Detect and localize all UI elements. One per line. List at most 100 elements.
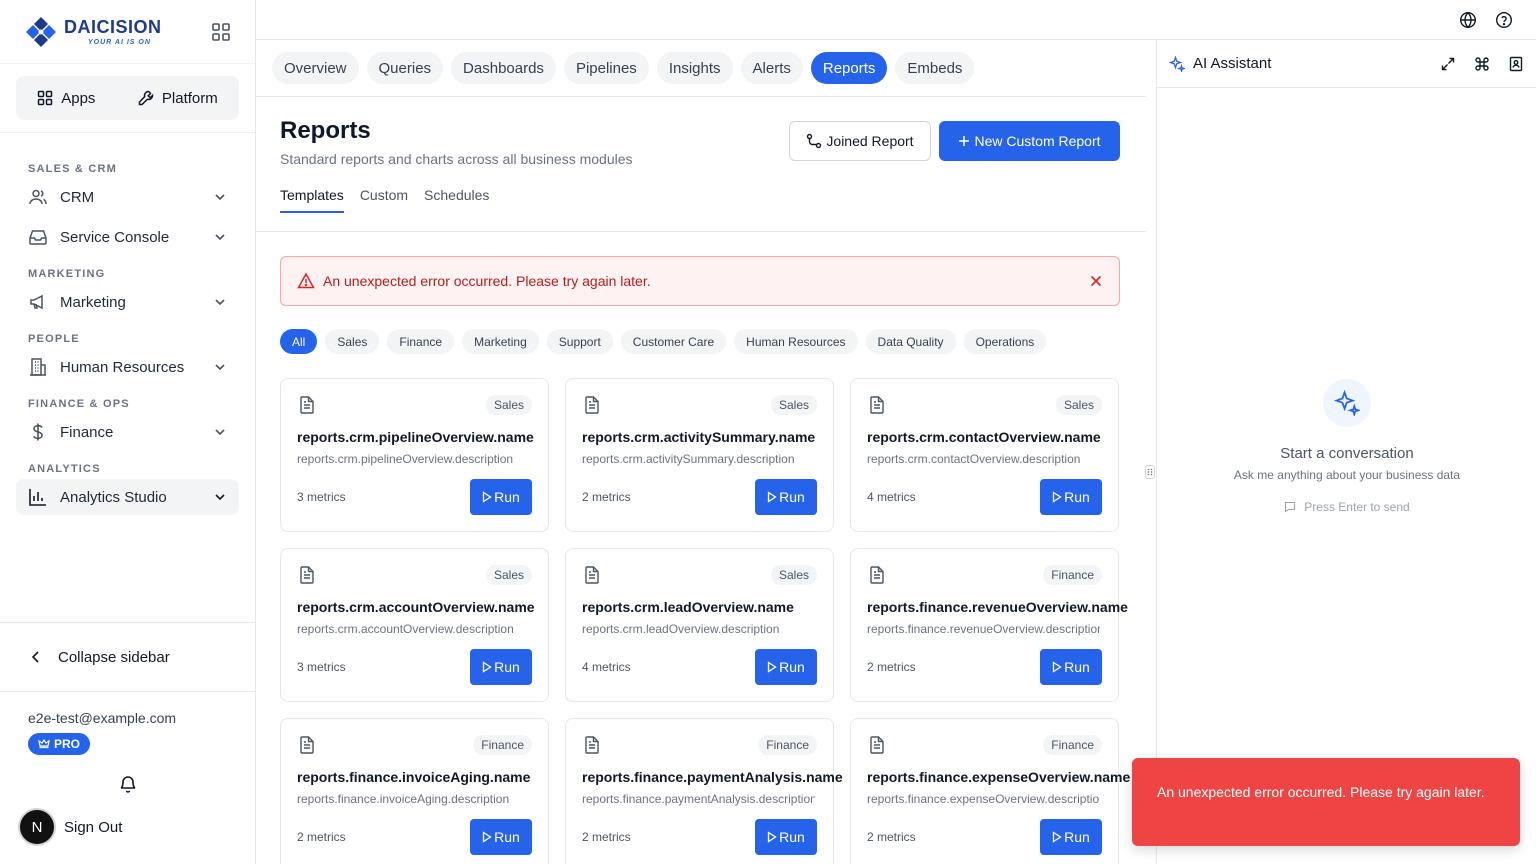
category-badge: Sales <box>485 395 532 415</box>
filter-chip-all[interactable]: All <box>280 329 318 354</box>
run-label: Run <box>779 829 805 845</box>
run-report-button[interactable]: Run <box>755 819 817 855</box>
sidebar-item-service-console[interactable]: Service Console <box>16 219 239 255</box>
alert-triangle-icon <box>297 272 315 289</box>
sidebar-item-crm[interactable]: CRM <box>16 179 239 215</box>
bell-icon <box>120 776 136 793</box>
close-icon[interactable] <box>1089 274 1103 288</box>
tab-queries[interactable]: Queries <box>366 52 444 84</box>
new-custom-report-button[interactable]: New Custom Report <box>939 121 1120 161</box>
report-template-card[interactable]: Finance reports.finance.invoiceAging.nam… <box>280 718 549 864</box>
platform-button[interactable]: Platform <box>138 90 218 107</box>
chevron-down-icon[interactable] <box>213 295 227 309</box>
run-report-button[interactable]: Run <box>1040 479 1102 515</box>
subtab-custom[interactable]: Custom <box>360 187 408 213</box>
page-header: Reports Standard reports and charts acro… <box>256 97 1146 232</box>
sidebar-item-label: Marketing <box>60 293 126 311</box>
chevron-down-icon[interactable] <box>213 230 227 244</box>
tab-dashboards[interactable]: Dashboards <box>451 52 556 84</box>
error-toast[interactable]: An unexpected error occurred. Please try… <box>1132 758 1520 846</box>
collapse-sidebar-button[interactable]: Collapse sidebar <box>0 622 255 692</box>
tab-overview[interactable]: Overview <box>272 52 359 84</box>
tab-reports[interactable]: Reports <box>810 52 888 84</box>
ai-assistant-title: AI Assistant <box>1193 55 1272 72</box>
filter-chip-support[interactable]: Support <box>546 329 613 354</box>
report-template-card[interactable]: Sales reports.crm.pipelineOverview.name … <box>280 378 549 532</box>
language-button[interactable] <box>1459 11 1477 29</box>
sidebar-item-finance[interactable]: Finance <box>16 414 239 450</box>
subtab-templates[interactable]: Templates <box>280 187 344 213</box>
panel-resize-handle[interactable] <box>1145 465 1155 479</box>
command-icon[interactable] <box>1474 56 1490 72</box>
filter-chip-data-quality[interactable]: Data Quality <box>865 329 956 354</box>
category-badge: Sales <box>485 565 532 585</box>
file-text-icon <box>585 396 599 414</box>
contacts-book-icon[interactable] <box>1508 56 1524 72</box>
grid-icon[interactable] <box>211 22 231 42</box>
sidebar-item-human-resources[interactable]: Human Resources <box>16 349 239 385</box>
sparkles-icon <box>1334 390 1360 416</box>
report-template-card[interactable]: Sales reports.crm.leadOverview.name repo… <box>565 548 834 702</box>
crown-icon <box>38 738 50 749</box>
apps-button[interactable]: Apps <box>37 90 95 107</box>
collapse-sidebar-label: Collapse sidebar <box>58 648 170 666</box>
expand-icon[interactable] <box>1440 56 1456 72</box>
sidebar-item-analytics-studio[interactable]: Analytics Studio <box>16 479 239 515</box>
chevron-down-icon[interactable] <box>213 490 227 504</box>
chevron-down-icon[interactable] <box>213 190 227 204</box>
subtab-schedules[interactable]: Schedules <box>424 187 489 213</box>
joined-report-button[interactable]: Joined Report <box>789 121 931 161</box>
run-report-button[interactable]: Run <box>755 649 817 685</box>
filter-chip-customer-care[interactable]: Customer Care <box>620 329 727 354</box>
category-badge: Finance <box>758 735 817 755</box>
report-description: reports.crm.accountOverview.description <box>297 622 514 636</box>
ai-input-hint-text: Press Enter to send <box>1304 500 1410 514</box>
inbox-icon <box>29 230 47 245</box>
run-report-button[interactable]: Run <box>1040 819 1102 855</box>
report-template-card[interactable]: Finance reports.finance.expenseOverview.… <box>850 718 1130 864</box>
notifications-button[interactable] <box>118 774 138 794</box>
sidebar-item-label: Analytics Studio <box>60 488 167 506</box>
play-icon <box>483 661 492 673</box>
report-name: reports.crm.activitySummary.name <box>582 429 816 445</box>
run-report-button[interactable]: Run <box>755 479 817 515</box>
run-report-button[interactable]: Run <box>470 819 532 855</box>
run-report-button[interactable]: Run <box>1040 649 1102 685</box>
chevron-down-icon[interactable] <box>213 360 227 374</box>
sidebar-item-label: Finance <box>60 423 114 441</box>
help-button[interactable] <box>1495 11 1513 29</box>
tab-embeds[interactable]: Embeds <box>895 52 975 84</box>
joined-report-label: Joined Report <box>826 133 914 149</box>
sidebar-item-label: Service Console <box>60 228 170 246</box>
sidebar-item-marketing[interactable]: Marketing <box>16 284 239 320</box>
metrics-count: 2 metrics <box>867 830 916 844</box>
filter-chip-human-resources[interactable]: Human Resources <box>734 329 858 354</box>
chevron-down-icon[interactable] <box>213 425 227 439</box>
globe-icon <box>1459 11 1477 29</box>
report-template-card[interactable]: Sales reports.crm.contactOverview.name r… <box>850 378 1119 532</box>
tab-insights[interactable]: Insights <box>656 52 733 84</box>
filter-chip-sales[interactable]: Sales <box>325 329 380 354</box>
run-report-button[interactable]: Run <box>470 649 532 685</box>
ai-assistant-header: AI Assistant <box>1157 40 1536 88</box>
report-template-card[interactable]: Sales reports.crm.accountOverview.name r… <box>280 548 549 702</box>
filter-chip-operations[interactable]: Operations <box>963 329 1047 354</box>
run-report-button[interactable]: Run <box>470 479 532 515</box>
metrics-count: 2 metrics <box>582 490 631 504</box>
report-template-card[interactable]: Finance reports.finance.revenueOverview.… <box>850 548 1128 702</box>
metrics-count: 3 metrics <box>297 660 346 674</box>
filter-chip-finance[interactable]: Finance <box>387 329 455 354</box>
user-email: e2e-test@example.com <box>28 710 177 726</box>
sidebar-item-label: Human Resources <box>60 358 185 376</box>
building-icon <box>30 358 46 376</box>
file-text-icon <box>870 396 884 414</box>
report-template-card[interactable]: Sales reports.crm.activitySummary.name r… <box>565 378 834 532</box>
ai-empty-state-icon <box>1323 379 1371 427</box>
logo-row: DAICISION YOUR AI IS ON <box>0 0 255 64</box>
report-template-card[interactable]: Finance reports.finance.paymentAnalysis.… <box>565 718 843 864</box>
filter-chip-marketing[interactable]: Marketing <box>462 329 539 354</box>
tab-pipelines[interactable]: Pipelines <box>563 52 649 84</box>
tab-alerts[interactable]: Alerts <box>740 52 803 84</box>
sign-out-button[interactable]: N Sign Out <box>18 808 122 846</box>
brand-logo[interactable]: DAICISION YOUR AI IS ON <box>24 15 162 49</box>
